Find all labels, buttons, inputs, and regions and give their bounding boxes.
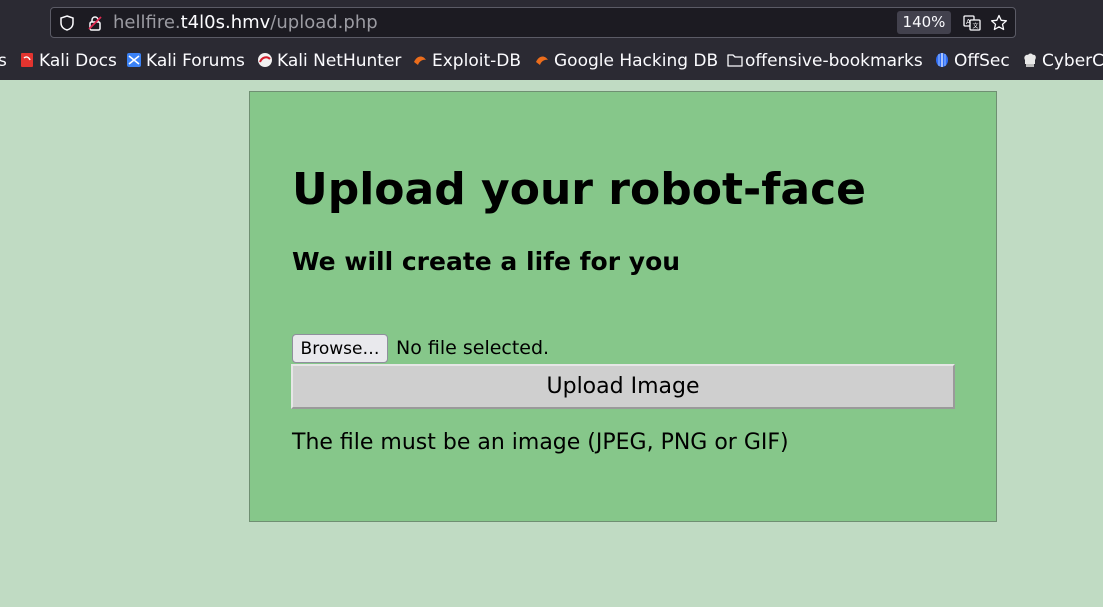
shield-icon[interactable] (59, 15, 75, 31)
bookmark-google-hacking-db[interactable]: Google Hacking DB (534, 50, 718, 72)
bookmark-label: OffSec (954, 51, 1010, 71)
bookmark-label: offensive-bookmarks (745, 51, 923, 71)
translate-icon[interactable]: A 文 (963, 14, 981, 32)
file-selection-status: No file selected. (396, 337, 550, 359)
url-bar[interactable]: hellfire.t4l0s.hmv/upload.php 140% A 文 (50, 7, 1016, 38)
page-title: Upload your robot-face (292, 164, 866, 215)
bookmark-label: Kali Forums (146, 51, 245, 71)
url-text[interactable]: hellfire.t4l0s.hmv/upload.php (113, 12, 378, 33)
bookmark-offsec[interactable]: OffSec (934, 50, 1010, 72)
upload-card: Upload your robot-face We will create a … (249, 91, 997, 522)
kali-nethunter-icon (258, 53, 272, 67)
url-prefix: hellfire. (113, 12, 181, 33)
url-host: t4l0s.hmv (180, 12, 271, 33)
browser-toolbar: hellfire.t4l0s.hmv/upload.php 140% A 文 (0, 0, 1103, 43)
bookmark-label: s (0, 51, 7, 71)
bookmark-folder-offensive-bookmarks[interactable]: offensive-bookmarks (727, 50, 923, 72)
bookmarks-toolbar: s Kali Docs Kali Forums Kali NetHunter E… (0, 43, 1103, 80)
kali-forums-icon (127, 53, 141, 67)
page-subtitle: We will create a life for you (292, 247, 681, 276)
insecure-lock-icon[interactable] (87, 15, 103, 31)
zoom-level-badge[interactable]: 140% (897, 11, 951, 34)
offsec-icon (936, 53, 948, 67)
bookmark-star-icon[interactable] (990, 14, 1008, 32)
upload-image-button[interactable]: Upload Image (291, 364, 955, 409)
bookmark-kali-docs[interactable]: Kali Docs (19, 50, 117, 72)
bookmark-label: Exploit-DB (432, 51, 521, 71)
exploit-db-icon (414, 56, 426, 65)
svg-text:文: 文 (973, 22, 979, 30)
bookmark-kali-nethunter[interactable]: Kali NetHunter (257, 50, 401, 72)
bookmark-truncated[interactable]: s (0, 50, 7, 72)
browse-file-button[interactable]: Browse… (292, 334, 388, 363)
bookmark-kali-forums[interactable]: Kali Forums (126, 50, 245, 72)
bookmark-cyberchef[interactable]: CyberC (1022, 50, 1103, 72)
folder-icon (727, 54, 743, 67)
google-hacking-db-icon (536, 56, 548, 65)
bookmark-label: Google Hacking DB (554, 51, 719, 71)
bookmark-label: Kali Docs (39, 51, 117, 71)
url-path: /upload.php (270, 12, 378, 33)
kali-docs-icon (21, 53, 33, 67)
bookmark-label: Kali NetHunter (277, 51, 402, 71)
cyberchef-icon (1024, 53, 1036, 67)
svg-text:A: A (966, 18, 971, 26)
file-type-note: The file must be an image (JPEG, PNG or … (292, 430, 789, 455)
bookmark-exploit-db[interactable]: Exploit-DB (412, 50, 521, 72)
bookmark-label: CyberC (1042, 51, 1103, 71)
